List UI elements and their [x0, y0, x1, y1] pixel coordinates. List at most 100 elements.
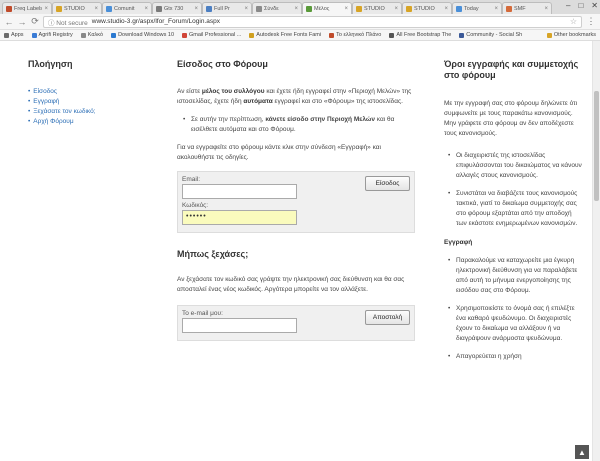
tab-label: STUDIO [414, 5, 435, 12]
bookmark-item[interactable]: Agrifi Registry [31, 32, 73, 38]
terms-section-title: Εγγραφή [444, 239, 473, 246]
browser-tab[interactable]: STUDIO × [402, 2, 452, 14]
browser-tab[interactable]: SMF × [502, 2, 552, 14]
tab-close-icon[interactable]: × [44, 6, 48, 12]
tab-close-icon[interactable]: × [494, 6, 498, 12]
sidebar-item-forgot-password[interactable]: Ξεχάσατε τον κωδικό; [28, 107, 148, 117]
maximize-button[interactable]: □ [578, 1, 583, 10]
login-form: Email: Κωδικός: •••••• Είσοδος [177, 171, 415, 233]
page-scrollbar[interactable] [592, 41, 600, 461]
bookmark-label: Autodesk Free Fonts Fami [256, 32, 322, 38]
terms-item: Απαγορεύεται η χρήση [444, 352, 582, 362]
tab-label: Μέλος [314, 5, 330, 12]
tab-close-icon[interactable]: × [194, 6, 198, 12]
browser-tab[interactable]: Today × [452, 2, 502, 14]
sidebar-item-login[interactable]: Είσοδος [28, 87, 148, 97]
bookmark-label: All Free Bootstrap The [396, 32, 452, 38]
password-field[interactable]: •••••• [182, 210, 297, 225]
terms-title: Όροι εγγραφής και συμμετοχής στο φόρουμ [444, 59, 579, 80]
forgot-title: Μήπως ξεχάσες; [177, 249, 249, 259]
register-instructions: Για να εγγραφείτε στο φόρουμ κάντε κλικ … [177, 144, 381, 161]
bookmark-favicon-icon [329, 32, 335, 38]
address-bar: ← → ⟳ ⓘ Not secure www.studio-3.gr/aspx/… [0, 14, 600, 30]
bookmark-item[interactable]: Other bookmarks [546, 32, 596, 38]
bookmark-item[interactable]: Autodesk Free Fonts Fami [249, 32, 321, 38]
window-controls: – □ ✕ [566, 1, 598, 10]
browser-tab[interactable]: Full Pr × [202, 2, 252, 14]
bookmark-favicon-icon [459, 32, 465, 38]
login-button[interactable]: Είσοδος [365, 176, 410, 191]
scrollbar-thumb[interactable] [594, 91, 599, 201]
url-input[interactable]: ⓘ Not secure www.studio-3.gr/aspx/lfor_F… [43, 15, 582, 28]
back-button[interactable]: ← [4, 17, 14, 27]
email-field[interactable] [182, 184, 297, 199]
your-email-field[interactable] [182, 318, 297, 333]
login-intro: Αν είστε μέλος του συλλόγου και έχετε ήδ… [177, 88, 412, 105]
bookmark-favicon-icon [80, 32, 86, 38]
main-content: Είσοδος στο Φόρουμ Αν είστε μέλος του συ… [177, 59, 415, 353]
password-label: Κωδικός: [182, 202, 209, 209]
login-title: Είσοδος στο Φόρουμ [177, 59, 268, 69]
terms-intro: Με την εγγραφή σας στο φόρουμ δηλώνετε ό… [444, 100, 578, 137]
tab-close-icon[interactable]: × [94, 6, 98, 12]
forward-button[interactable]: → [17, 17, 27, 27]
tab-label: Freq Labels [14, 5, 43, 12]
tab-label: STUDIO [364, 5, 385, 12]
browser-tab-bar: Freq Labels × STUDIO × Comunit × Gtx 730 × Full … [0, 0, 600, 14]
login-note: Σε αυτήν την περίπτωση, κάνετε είσοδο στ… [177, 115, 415, 135]
bookmark-item[interactable]: Community - Social Sh [459, 32, 522, 38]
bookmark-item[interactable]: Apps [4, 32, 24, 38]
scroll-to-top-button[interactable]: ▲ [575, 445, 589, 459]
bookmark-favicon-icon [546, 32, 552, 38]
tab-close-icon[interactable]: × [344, 6, 348, 12]
minimize-button[interactable]: – [566, 1, 570, 10]
browser-tab[interactable]: Gtx 730 × [152, 2, 202, 14]
reload-button[interactable]: ⟳ [30, 16, 40, 27]
bookmark-favicon-icon [389, 32, 395, 38]
browser-tab[interactable]: Comunit × [102, 2, 152, 14]
tab-favicon-icon [456, 5, 462, 12]
tab-close-icon[interactable]: × [394, 6, 398, 12]
bookmark-item[interactable]: Το ελληνικό Πλάνο [329, 32, 381, 38]
terms-item: Συνιστάται να διαβάζετε τους κανονισμούς… [444, 189, 582, 229]
sidebar-title: Πλοήγηση [28, 59, 73, 69]
sidebar-item-register[interactable]: Εγγραφή [28, 97, 148, 107]
tab-close-icon[interactable]: × [444, 6, 448, 12]
tab-favicon-icon [6, 5, 12, 12]
bookmark-item[interactable]: Download Windows 10 [111, 32, 174, 38]
browser-tab[interactable]: Freq Labels × [2, 2, 52, 14]
tab-label: STUDIO [64, 5, 85, 12]
tab-close-icon[interactable]: × [294, 6, 298, 12]
bookmark-item[interactable]: Gmail Professional ... [182, 32, 241, 38]
tab-label: Gtx 730 [164, 5, 184, 12]
tab-favicon-icon [106, 5, 112, 12]
close-window-button[interactable]: ✕ [591, 1, 598, 10]
bookmark-label: Download Windows 10 [118, 32, 175, 38]
browser-tab[interactable]: Μέλος × [302, 2, 352, 14]
tab-close-icon[interactable]: × [544, 6, 548, 12]
bookmark-item[interactable]: All Free Bootstrap The [389, 32, 451, 38]
sidebar-item-forum-home[interactable]: Αρχή Φόρουμ [28, 117, 148, 127]
browser-menu-icon[interactable]: ⋮ [586, 16, 596, 27]
tab-favicon-icon [356, 5, 362, 12]
browser-tab[interactable]: STUDIO × [52, 2, 102, 14]
tab-favicon-icon [306, 5, 312, 12]
bookmark-item[interactable]: Καλκό [80, 32, 103, 38]
tab-favicon-icon [256, 5, 262, 12]
bookmark-star-icon[interactable]: ☆ [570, 17, 577, 26]
tab-close-icon[interactable]: × [144, 6, 148, 12]
tab-favicon-icon [406, 5, 412, 12]
not-secure-indicator[interactable]: ⓘ Not secure [48, 17, 88, 27]
url-text: www.studio-3.gr/aspx/lfor_Forum/Login.as… [91, 18, 221, 25]
tab-close-icon[interactable]: × [244, 6, 248, 12]
bookmark-favicon-icon [111, 32, 117, 38]
browser-tab[interactable]: Σύνδε × [252, 2, 302, 14]
tab-favicon-icon [56, 5, 62, 12]
browser-tab[interactable]: STUDIO × [352, 2, 402, 14]
bookmark-favicon-icon [4, 32, 9, 38]
tab-label: SMF [514, 5, 526, 12]
terms-item: Χρησιμοποιείστε το όνομά σας ή επιλέξτε … [444, 304, 582, 344]
send-button[interactable]: Αποστολή [365, 310, 410, 325]
terms-item: Παρακαλούμε να καταχωρείτε μια έγκυρη ηλ… [444, 256, 582, 296]
terms-item: Οι διαχειριστές της ιστοσελίδας επιφυλάσ… [444, 151, 582, 181]
